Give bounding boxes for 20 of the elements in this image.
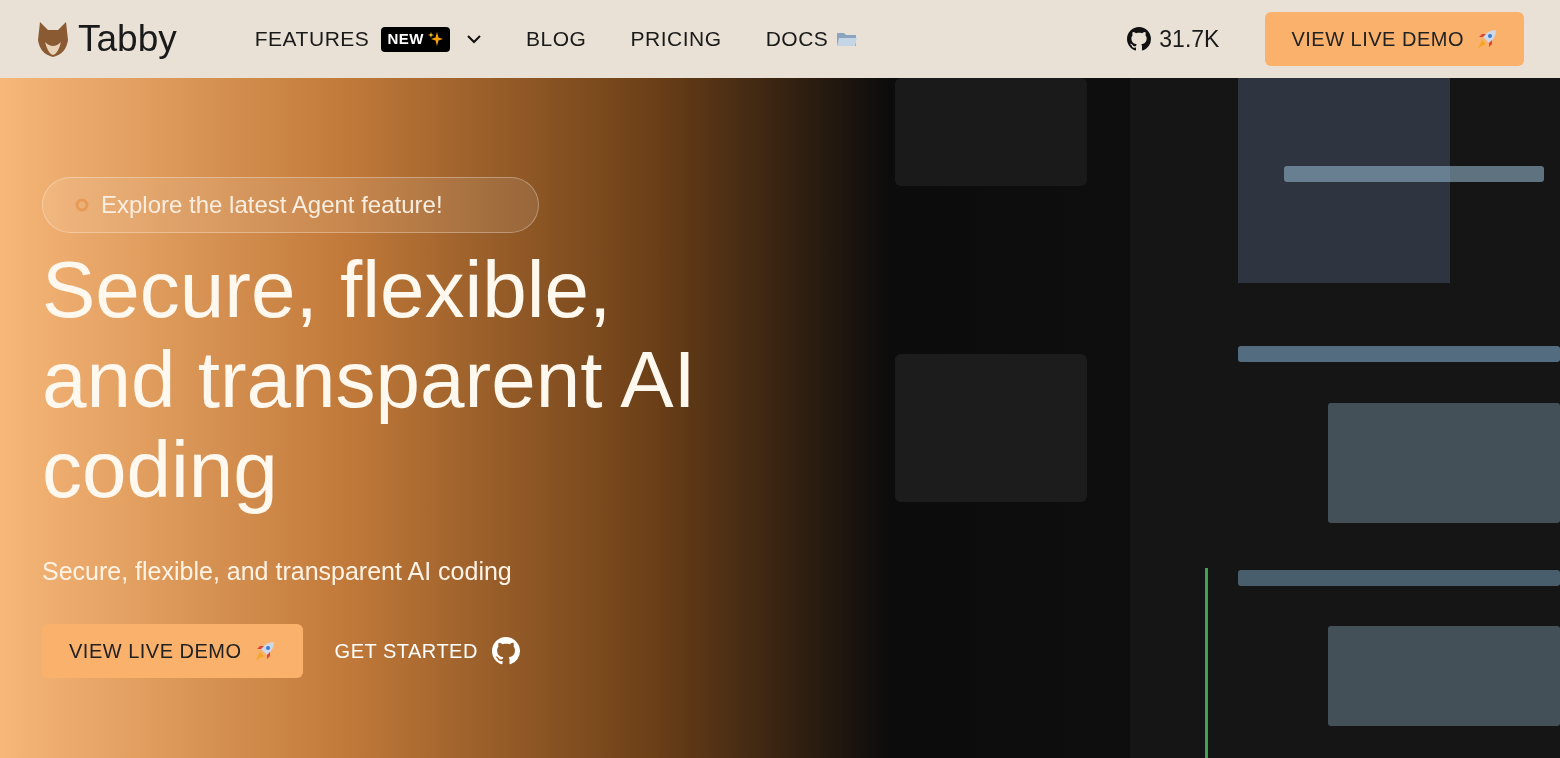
dot-icon [75, 198, 89, 212]
live-demo-button[interactable]: VIEW LIVE DEMO [1265, 12, 1524, 66]
github-icon [1127, 27, 1152, 51]
hero-subtitle: Secure, flexible, and transparent AI coding [42, 556, 512, 587]
hero-heading: Secure, flexible, and transparent AI coding [42, 245, 697, 515]
cat-icon [36, 20, 70, 58]
nav-link[interactable]: PRICING [630, 23, 722, 55]
get-started-link[interactable]: GET STARTED [334, 623, 520, 678]
nav-link[interactable]: FEATURES NEW [254, 23, 482, 55]
github-stars-link[interactable]: 31.7K [1127, 21, 1220, 57]
folder-icon [836, 30, 859, 48]
github-icon [491, 636, 520, 665]
nav-link[interactable]: DOCS [765, 23, 859, 55]
live-demo-button[interactable]: VIEW LIVE DEMO [42, 623, 303, 678]
logo-text[interactable]: Tabby [78, 11, 177, 67]
sparkle-icon [427, 31, 444, 47]
nav-link[interactable]: BLOG [525, 23, 587, 55]
new-badge: NEW [381, 26, 450, 52]
rocket-icon [1476, 28, 1498, 50]
rocket-icon [253, 639, 276, 662]
